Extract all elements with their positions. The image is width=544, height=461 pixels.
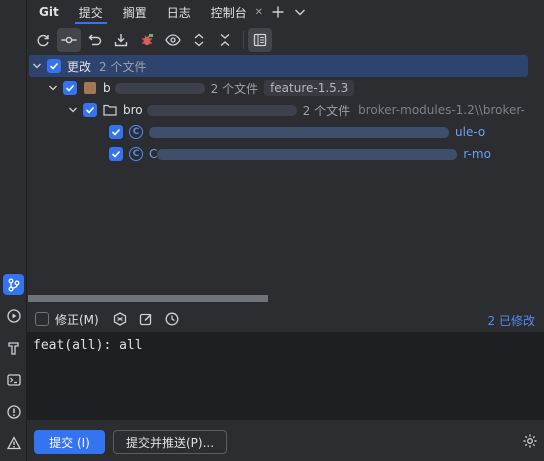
repo-label: b: [103, 81, 111, 95]
chevron-down-icon[interactable]: [31, 55, 43, 77]
horizontal-scrollbar[interactable]: [28, 295, 268, 302]
edit-message-icon[interactable]: [135, 308, 157, 330]
collapse-icon[interactable]: [213, 28, 237, 52]
chevron-down-icon[interactable]: [47, 77, 59, 99]
commit-toolbar: [27, 27, 544, 53]
ai-assistant-icon[interactable]: [109, 308, 131, 330]
chevron-down-icon[interactable]: [289, 0, 311, 24]
commit-buttons-bar: 提交 (I) 提交并推送(P)...: [27, 420, 544, 461]
tab-log[interactable]: 日志: [157, 0, 201, 24]
tab-close-icon[interactable]: ✕: [251, 0, 267, 24]
commit-button[interactable]: 提交 (I): [34, 430, 105, 454]
download-icon[interactable]: [109, 28, 133, 52]
tab-commit[interactable]: 提交: [69, 0, 113, 24]
tree-node-module[interactable]: bro 2 个文件 broker-modules-1.2\\broker-: [27, 99, 544, 121]
file-path-tail: ule-o: [455, 125, 486, 139]
preview-panel-icon[interactable]: [248, 28, 272, 52]
repo-count: 2 个文件: [210, 81, 259, 96]
checkbox-checked[interactable]: [47, 59, 61, 73]
changes-tree: 更改 2 个文件 b 2 个文件 feature-1.5.3 bro 2 个文件…: [27, 54, 544, 294]
modified-count[interactable]: 2 已修改: [488, 312, 535, 329]
history-clock-icon[interactable]: [161, 308, 183, 330]
redacted-text: [146, 104, 297, 116]
build-hammer-icon[interactable]: [3, 337, 24, 358]
checkbox-checked[interactable]: [83, 103, 97, 117]
checkbox-checked[interactable]: [109, 147, 123, 161]
problems-icon[interactable]: [3, 401, 24, 422]
tool-window-tabbar: Git 提交 搁置 日志 控制台 ✕: [27, 0, 544, 24]
toolbar-divider: [243, 31, 244, 49]
folder-icon: [103, 103, 117, 117]
module-count: 2 个文件: [302, 103, 351, 118]
tab-shelf[interactable]: 搁置: [113, 0, 157, 24]
file-path-tail: r-mo: [463, 147, 491, 161]
branch-badge: feature-1.5.3: [264, 80, 355, 96]
tree-root-label: 更改: [67, 59, 92, 74]
checkbox-checked[interactable]: [109, 125, 123, 139]
redacted-text: [157, 148, 458, 160]
tree-root-count: 2 个文件: [99, 59, 147, 74]
commit-options-bar: 修正(M) 2 已修改: [27, 308, 544, 330]
left-tool-strip: [0, 0, 27, 461]
commit-and-push-button[interactable]: 提交并推送(P)...: [113, 430, 228, 454]
chevron-down-icon[interactable]: [67, 99, 79, 121]
gear-icon[interactable]: [522, 433, 538, 449]
tree-file-row[interactable]: C C r-mo: [27, 143, 544, 165]
amend-label[interactable]: 修正(M): [55, 311, 99, 328]
terminal-icon[interactable]: [3, 369, 24, 390]
java-class-icon: C: [129, 147, 143, 161]
refresh-icon[interactable]: [31, 28, 55, 52]
module-path: broker-modules-1.2\\broker-: [358, 103, 525, 117]
redacted-text: [149, 126, 449, 138]
amend-checkbox[interactable]: [35, 312, 49, 326]
tree-node-changes[interactable]: 更改 2 个文件: [29, 55, 528, 77]
tree-file-row[interactable]: C ule-o: [27, 121, 544, 143]
eye-icon[interactable]: [161, 28, 185, 52]
commit-graph-icon[interactable]: [57, 28, 81, 52]
redacted-text: [114, 82, 205, 94]
bug-icon[interactable]: [135, 28, 159, 52]
repository-icon: [83, 81, 97, 95]
rollback-icon[interactable]: [83, 28, 107, 52]
commit-tool-icon[interactable]: [3, 274, 24, 295]
warning-icon[interactable]: [3, 432, 24, 453]
file-label: C: [149, 147, 158, 161]
tool-window-title: Git: [39, 5, 59, 19]
tree-node-repo[interactable]: b 2 个文件 feature-1.5.3: [27, 77, 544, 99]
expand-icon[interactable]: [187, 28, 211, 52]
plus-icon[interactable]: [267, 0, 289, 24]
module-label: bro: [123, 103, 143, 117]
run-icon[interactable]: [3, 305, 24, 326]
tab-console[interactable]: 控制台: [201, 0, 251, 24]
java-class-icon: C: [129, 125, 143, 139]
commit-message-input[interactable]: feat(all): all: [27, 332, 544, 420]
checkbox-checked[interactable]: [63, 81, 77, 95]
